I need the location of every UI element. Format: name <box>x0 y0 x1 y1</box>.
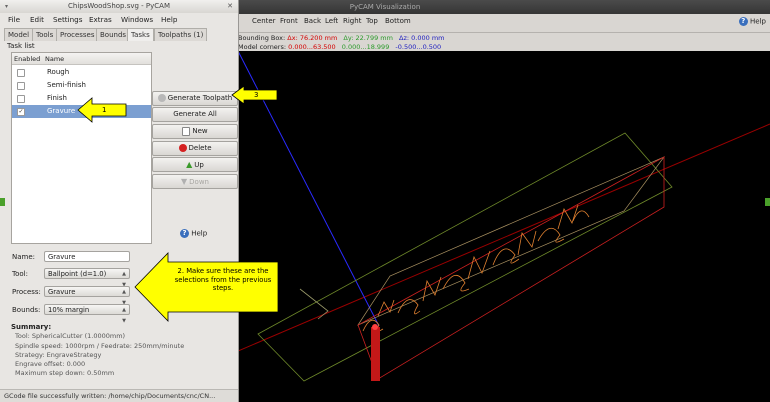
callout-1-text: 1 <box>102 106 107 114</box>
annotation-arrows <box>77 85 279 322</box>
callout-3-text: 3 <box>254 91 259 99</box>
callout-2-text: 2. Make sure these are the selections fr… <box>174 267 272 292</box>
